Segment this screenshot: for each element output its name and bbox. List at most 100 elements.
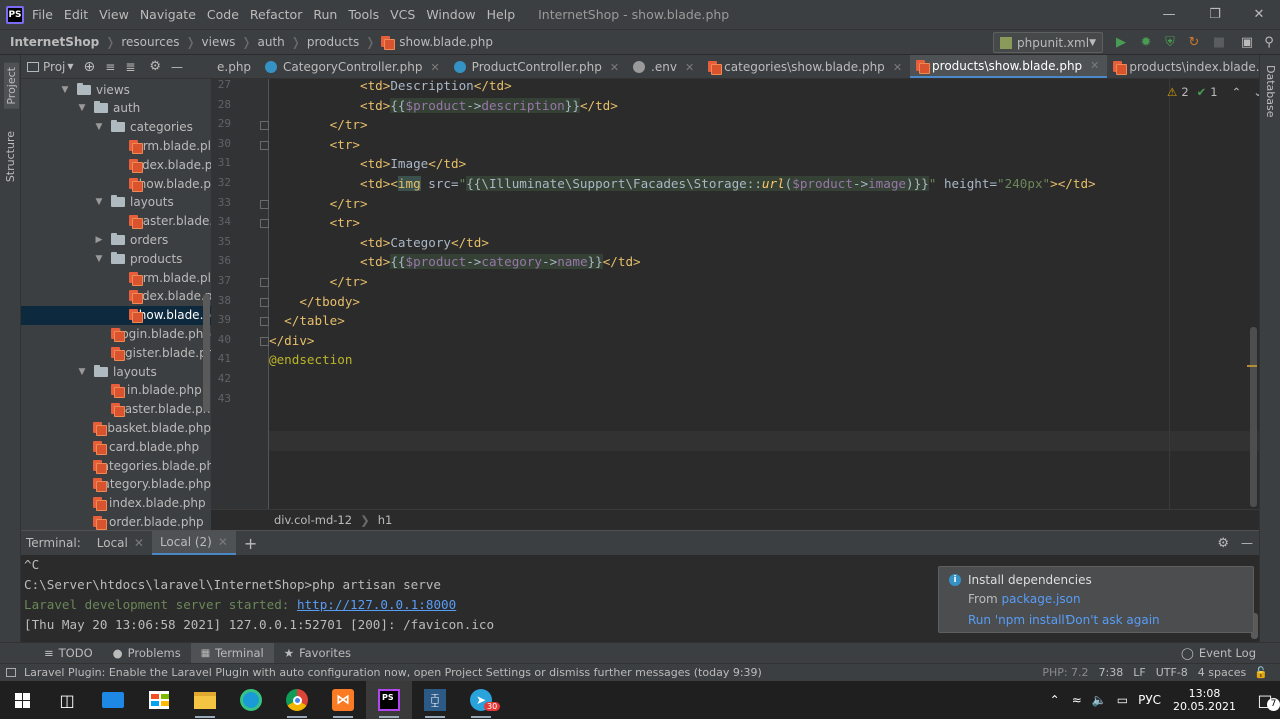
- fold-marker-icon[interactable]: [260, 317, 269, 327]
- package-json-link[interactable]: package.json: [1002, 592, 1081, 606]
- fold-marker-icon[interactable]: [260, 140, 269, 150]
- close-icon[interactable]: ✕: [893, 61, 902, 74]
- tree-file[interactable]: form.blade.pl: [21, 268, 211, 287]
- edge-icon[interactable]: [228, 681, 274, 719]
- tree-file[interactable]: categories.blade.php: [21, 456, 211, 475]
- todo-tool-button[interactable]: ≡ TODO: [34, 643, 103, 664]
- close-icon[interactable]: ✕: [218, 535, 228, 549]
- telegram-icon[interactable]: ➤ 30: [458, 681, 504, 719]
- tree-file[interactable]: index.blade.php: [21, 494, 211, 513]
- tree-scrollbar[interactable]: [203, 294, 210, 412]
- menu-help[interactable]: Help: [487, 7, 516, 22]
- indent-setting[interactable]: 4 spaces: [1198, 666, 1247, 679]
- close-icon[interactable]: ✕: [430, 61, 439, 74]
- menu-run[interactable]: Run: [313, 7, 337, 22]
- close-window-button[interactable]: ✕: [1236, 0, 1280, 29]
- structure-tool-tab[interactable]: Structure: [4, 131, 17, 182]
- breadcrumb-item[interactable]: products: [307, 35, 359, 49]
- tree-file[interactable]: order.blade.php: [21, 512, 211, 530]
- language-indicator[interactable]: РУС: [1138, 693, 1161, 707]
- menu-window[interactable]: Window: [426, 7, 475, 22]
- gear-icon[interactable]: ⚙: [149, 59, 161, 74]
- terminal-tab-local[interactable]: Local ✕: [89, 531, 152, 556]
- project-panel-title[interactable]: Proj: [43, 60, 65, 74]
- tree-folder[interactable]: ▼ products: [21, 249, 211, 268]
- mail-icon[interactable]: [90, 681, 136, 719]
- tree-folder[interactable]: ▼ auth: [21, 99, 211, 118]
- tree-file[interactable]: form.blade.pl: [21, 136, 211, 155]
- breadcrumb-item[interactable]: resources: [121, 35, 179, 49]
- breadcrumb-item[interactable]: div.col-md-12: [274, 513, 352, 527]
- tree-folder[interactable]: ▼ layouts: [21, 193, 211, 212]
- editor-tab[interactable]: ProductController.php ✕: [448, 55, 627, 78]
- tree-file[interactable]: index.blade.p: [21, 155, 211, 174]
- app-icon[interactable]: ⧮: [412, 681, 458, 719]
- editor-tab[interactable]: .env ✕: [627, 55, 702, 78]
- editor-tab[interactable]: products\index.blade.php✕: [1107, 55, 1259, 78]
- editor-tab[interactable]: CategoryController.php ✕: [259, 55, 448, 78]
- tree-file[interactable]: basket.blade.php: [21, 418, 211, 437]
- chevron-down-icon[interactable]: ▼: [93, 254, 105, 264]
- menu-file[interactable]: File: [32, 7, 53, 22]
- wifi-icon[interactable]: ≈: [1072, 693, 1082, 707]
- fold-marker-icon[interactable]: [260, 336, 269, 346]
- locate-icon[interactable]: ⊕: [84, 59, 96, 75]
- hide-icon[interactable]: —: [171, 60, 183, 74]
- volume-icon[interactable]: 🔈: [1092, 693, 1107, 707]
- collapse-all-icon[interactable]: ≣: [125, 60, 135, 74]
- chevron-right-icon[interactable]: ▶: [93, 235, 105, 245]
- editor-tab[interactable]: categories\show.blade.php ✕: [702, 55, 910, 78]
- gear-icon[interactable]: ⚙: [1217, 536, 1229, 551]
- tree-file[interactable]: show.blade.p: [21, 305, 211, 325]
- chevron-down-icon[interactable]: ▼: [76, 103, 88, 113]
- npm-install-link[interactable]: Run 'npm install': [968, 613, 1068, 627]
- terminal-tab-local-2[interactable]: Local (2) ✕: [151, 530, 236, 556]
- breadcrumb-item[interactable]: InternetShop: [10, 35, 99, 49]
- fold-marker-icon[interactable]: [260, 199, 269, 209]
- server-url-link[interactable]: http://127.0.0.1:8000: [297, 597, 456, 612]
- maximize-button[interactable]: ❐: [1192, 0, 1238, 29]
- close-icon[interactable]: ✕: [134, 536, 144, 550]
- tree-file[interactable]: card.blade.php: [21, 437, 211, 456]
- caret-position[interactable]: 7:38: [1099, 666, 1124, 679]
- battery-icon[interactable]: ▭: [1117, 693, 1128, 707]
- tree-file[interactable]: master.blade.php: [21, 400, 211, 419]
- run-icon[interactable]: ▶: [1114, 35, 1128, 50]
- tree-folder[interactable]: ▼ views: [21, 80, 211, 99]
- chevron-down-icon[interactable]: ▼: [93, 197, 105, 207]
- run-config-select[interactable]: phpunit.xml ▼: [993, 32, 1103, 53]
- terminal-tool-button[interactable]: ▦ Terminal: [190, 642, 274, 664]
- layout-icon[interactable]: ▣: [1240, 35, 1254, 50]
- profile-icon[interactable]: ↻: [1187, 35, 1201, 50]
- favorites-tool-button[interactable]: ★ Favorites: [274, 643, 361, 664]
- expand-all-icon[interactable]: ≡: [105, 60, 115, 74]
- editor-tab[interactable]: e.php: [211, 55, 259, 78]
- prev-highlight-icon[interactable]: ⌃: [1232, 85, 1242, 99]
- tree-file[interactable]: in.blade.php: [21, 381, 211, 400]
- phpstorm-taskbar-icon[interactable]: PS: [366, 681, 412, 719]
- tree-folder[interactable]: ▼ layouts: [21, 362, 211, 381]
- chrome-icon[interactable]: [274, 681, 320, 719]
- problems-tool-button[interactable]: ● Problems: [103, 643, 191, 664]
- tree-file[interactable]: register.blade.ph: [21, 343, 211, 362]
- menu-view[interactable]: View: [99, 7, 129, 22]
- fold-marker-icon[interactable]: [260, 219, 269, 229]
- xampp-icon[interactable]: ⋈: [320, 681, 366, 719]
- breadcrumb-item[interactable]: show.blade.php: [399, 35, 493, 49]
- tree-file[interactable]: master.blade.: [21, 212, 211, 231]
- editor-scrollbar[interactable]: [1250, 327, 1257, 507]
- chevron-down-icon[interactable]: ▼: [76, 367, 88, 377]
- line-separator[interactable]: LF: [1133, 666, 1145, 679]
- file-encoding[interactable]: UTF-8: [1156, 666, 1188, 679]
- close-icon[interactable]: ✕: [610, 61, 619, 74]
- tree-file[interactable]: login.blade.php: [21, 324, 211, 343]
- close-icon[interactable]: ✕: [1090, 59, 1099, 72]
- search-icon[interactable]: ⚲: [1262, 35, 1276, 50]
- tree-folder[interactable]: ▼ categories: [21, 118, 211, 137]
- debug-icon[interactable]: ✹: [1139, 35, 1153, 50]
- windows-start-icon[interactable]: [0, 681, 44, 719]
- menu-navigate[interactable]: Navigate: [140, 7, 196, 22]
- menu-edit[interactable]: Edit: [64, 7, 88, 22]
- task-view-icon[interactable]: ◫: [44, 681, 90, 719]
- fold-marker-icon[interactable]: [260, 121, 269, 131]
